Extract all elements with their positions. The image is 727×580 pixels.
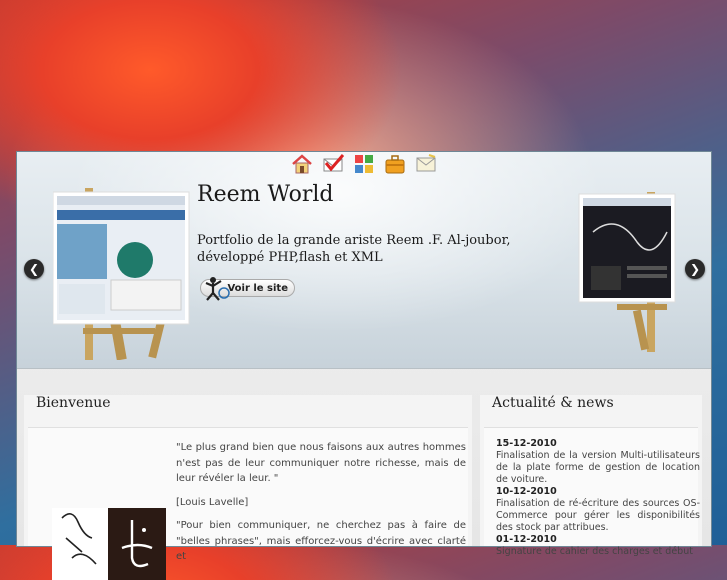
news-text: Finalisation de ré-écriture des sources …: [496, 498, 700, 533]
welcome-section: Bienvenue "Le plus grand bien que nous f…: [24, 395, 472, 580]
news-date: 10-12-2010: [496, 486, 557, 497]
news-section: Actualité & news 15-12-2010 Finalisation…: [480, 395, 702, 557]
news-heading: Actualité & news: [492, 395, 614, 411]
top-nav-icons: [290, 152, 440, 182]
calligraphy-artwork: [52, 508, 166, 580]
home-icon[interactable]: [290, 152, 314, 176]
slider-next-button[interactable]: ❯: [685, 259, 705, 279]
visit-site-button[interactable]: Voir le site: [200, 277, 295, 301]
welcome-content: "Le plus grand bien que nous faisons aux…: [28, 427, 468, 580]
envelope-icon[interactable]: [414, 152, 438, 176]
mail-check-icon[interactable]: [321, 152, 345, 176]
quote-lavelle: "Le plus grand bien que nous faisons aux…: [176, 442, 466, 484]
briefcase-icon[interactable]: [383, 152, 407, 176]
news-date: 01-12-2010: [496, 534, 557, 545]
news-date: 15-12-2010: [496, 438, 557, 449]
news-item[interactable]: 01-12-2010 Signature de cahier des charg…: [496, 534, 700, 558]
slide-title: Reem World: [197, 182, 334, 207]
welcome-heading: Bienvenue: [36, 395, 111, 411]
welcome-quotes: "Le plus grand bien que nous faisons aux…: [176, 440, 466, 573]
slide-description: Portfolio de la grande ariste Reem .F. A…: [197, 233, 511, 265]
news-list: 15-12-2010 Finalisation de la version Mu…: [496, 438, 700, 578]
easel-screenshot-left[interactable]: [53, 188, 193, 360]
main-panel: ❮ ❯ Reem World Portfolio de la grande ar…: [16, 151, 712, 580]
visit-site-label: Voir le site: [227, 283, 288, 294]
news-box: 15-12-2010 Finalisation de la version Mu…: [484, 427, 700, 557]
figure-icon: [205, 277, 230, 301]
news-text: Signature de cahier des charges et début: [496, 546, 693, 557]
quote-communicate: "Pour bien communiquer, ne cherchez pas …: [176, 520, 466, 562]
slider-prev-button[interactable]: ❮: [24, 259, 44, 279]
news-text: Finalisation de la version Multi-utilisa…: [496, 450, 700, 485]
news-item[interactable]: 10-12-2010 Finalisation de ré-écriture d…: [496, 486, 700, 534]
quote-author: [Louis Lavelle]: [176, 496, 249, 508]
easel-screenshot-right[interactable]: [577, 192, 677, 352]
portfolio-slider: ❮ ❯ Reem World Portfolio de la grande ar…: [17, 152, 711, 369]
puzzle-icon[interactable]: [352, 152, 376, 176]
news-item[interactable]: 15-12-2010 Finalisation de la version Mu…: [496, 438, 700, 486]
